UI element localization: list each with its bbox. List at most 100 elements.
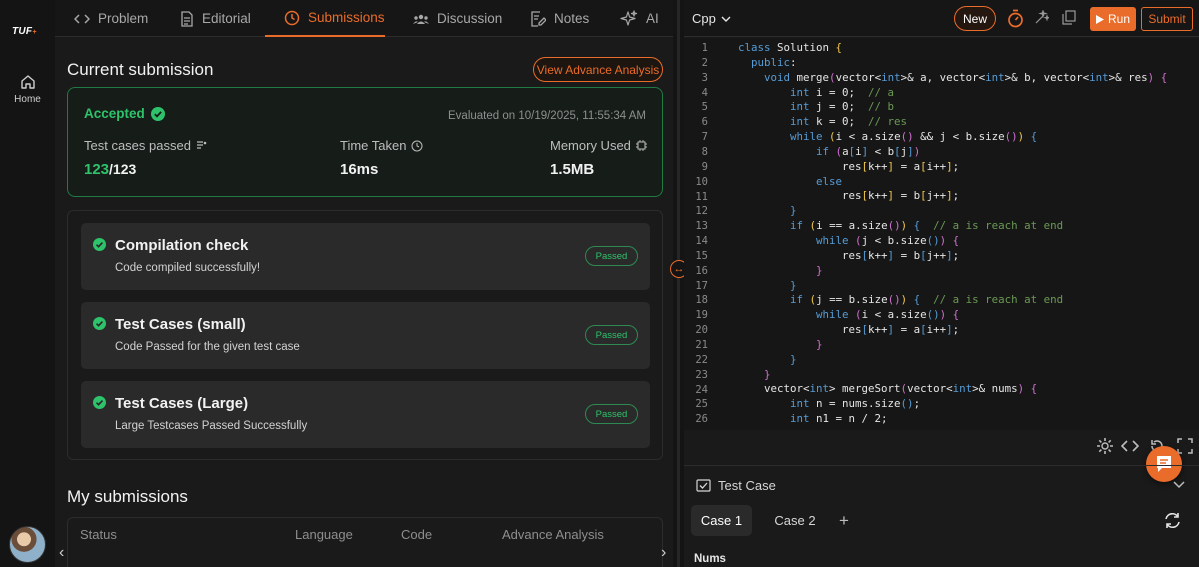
line-number: 12 (695, 205, 708, 218)
line-number: 1 (701, 42, 708, 54)
copy-icon[interactable] (1062, 10, 1076, 25)
test-cases-label-text: Test cases passed (84, 138, 191, 153)
tab-ai[interactable]: AI (620, 0, 659, 37)
check-description: Code compiled successfully! (115, 262, 261, 274)
people-icon (413, 14, 429, 24)
test-cases-passed: 123 (84, 161, 110, 178)
code-content[interactable]: class Solution { public: void merge(vect… (738, 41, 1167, 427)
input-field-label: Nums (694, 553, 726, 565)
memory-used-label: Memory Used (550, 138, 647, 153)
line-number: 13 (695, 220, 708, 233)
check-circle-icon (150, 106, 165, 121)
line-number: 18 (695, 294, 708, 307)
line-number: 15 (695, 249, 708, 262)
tab-editorial[interactable]: Editorial (180, 0, 251, 37)
column-header-status[interactable]: Status (80, 527, 117, 542)
tab-problem[interactable]: Problem (74, 0, 148, 37)
tab-notes[interactable]: Notes (530, 0, 589, 37)
check-title: Test Cases (Large) (115, 395, 249, 412)
current-submission-heading: Current submission (67, 60, 214, 79)
status-accepted: Accepted (84, 106, 165, 121)
tab-ai-label: AI (646, 11, 659, 26)
home-nav[interactable]: Home (0, 74, 55, 105)
settings-gear-icon[interactable] (1096, 437, 1114, 455)
test-cases-value: 123/123 (84, 161, 136, 178)
line-number: 25 (695, 398, 708, 411)
magic-wand-icon[interactable] (1034, 10, 1049, 25)
line-number: 16 (695, 264, 708, 277)
submit-button[interactable]: Submit (1141, 7, 1193, 31)
code-format-icon[interactable] (1121, 439, 1139, 453)
fullscreen-icon[interactable] (1177, 438, 1193, 454)
app-root: TUF+ Home Problem Editorial Submissions (0, 0, 1199, 567)
line-number: 5 (701, 101, 708, 114)
tab-discussion-label: Discussion (437, 11, 503, 26)
new-button[interactable]: New (954, 6, 996, 31)
tuf-logo[interactable]: TUF+ (12, 26, 37, 37)
submissions-table: Status Language Code Advance Analysis (67, 517, 663, 567)
column-header-code[interactable]: Code (401, 527, 432, 542)
avatar[interactable] (9, 526, 46, 563)
line-number: 9 (701, 160, 708, 173)
panel-resizer[interactable]: ↔ (670, 0, 688, 567)
check-circle-icon (93, 238, 106, 251)
case-tab-2[interactable]: Case 2 (764, 505, 826, 536)
resizer-bar (677, 0, 680, 567)
run-label: Run (1107, 12, 1130, 26)
memory-used-label-text: Memory Used (550, 138, 631, 153)
line-number: 2 (701, 56, 708, 69)
test-cases-total: /123 (109, 161, 137, 177)
memory-used-value: 1.5MB (550, 161, 595, 178)
column-header-language[interactable]: Language (295, 527, 353, 542)
tab-discussion[interactable]: Discussion (413, 0, 502, 37)
line-number: 21 (695, 339, 708, 351)
scroll-left-icon[interactable]: ‹ (59, 544, 64, 562)
view-advance-analysis-button[interactable]: View Advance Analysis (533, 57, 663, 82)
test-case-header: Test Case (684, 465, 1199, 505)
run-button[interactable]: Run (1090, 7, 1136, 31)
note-edit-icon (531, 10, 546, 27)
tab-submissions[interactable]: Submissions (265, 0, 385, 37)
chip-icon (635, 140, 647, 151)
check-description: Large Testcases Passed Successfully (115, 420, 308, 432)
problem-tabs: Problem Editorial Submissions Discussion… (55, 0, 673, 37)
line-number: 24 (695, 383, 708, 396)
test-cases-label: Test cases passed (84, 138, 207, 153)
submissions-panel: Problem Editorial Submissions Discussion… (55, 0, 673, 567)
checkbox-icon (696, 479, 711, 492)
time-taken-value: 16ms (340, 161, 379, 178)
accepted-card: Accepted Evaluated on 10/19/2025, 11:55:… (67, 87, 663, 197)
code-editor[interactable]: 1 2 3 4 5 6 7 8 9 10 11 12 13 14 15 16 17 18 19 20 21 22 23 24 2… (684, 38, 1199, 430)
status-badge: Passed (585, 404, 638, 424)
add-case-button[interactable]: + (834, 505, 854, 536)
scroll-right-icon[interactable]: › (661, 544, 666, 562)
status-label: Accepted (84, 106, 145, 121)
tab-problem-label: Problem (98, 11, 149, 26)
time-taken-label-text: Time Taken (340, 138, 407, 153)
home-icon (20, 75, 35, 89)
check-title: Test Cases (small) (115, 316, 246, 333)
checks-panel: Compilation check Code compiled successf… (67, 210, 663, 460)
case-tab-1[interactable]: Case 1 (691, 505, 752, 536)
check-title: Compilation check (115, 237, 249, 254)
chevron-down-icon[interactable] (1173, 481, 1185, 489)
line-number: 11 (695, 190, 708, 203)
refresh-icon[interactable] (1163, 511, 1182, 530)
column-header-advance-analysis[interactable]: Advance Analysis (502, 527, 604, 542)
check-large-tests: Test Cases (Large) Large Testcases Passe… (81, 381, 650, 448)
line-number: 19 (695, 309, 708, 322)
list-icon (196, 141, 207, 149)
check-compilation: Compilation check Code compiled successf… (81, 223, 650, 290)
time-taken-label: Time Taken (340, 138, 423, 153)
timer-icon[interactable] (1007, 9, 1024, 28)
document-icon (181, 10, 193, 27)
editor-footer-tools (684, 430, 1199, 464)
line-number: 17 (695, 279, 708, 292)
test-case-title: Test Case (696, 478, 776, 493)
line-number: 22 (695, 353, 708, 366)
status-badge: Passed (585, 325, 638, 345)
language-select[interactable]: Cpp (692, 11, 731, 26)
clock-icon (284, 10, 300, 25)
play-icon (1095, 14, 1104, 24)
tab-notes-label: Notes (554, 11, 590, 26)
